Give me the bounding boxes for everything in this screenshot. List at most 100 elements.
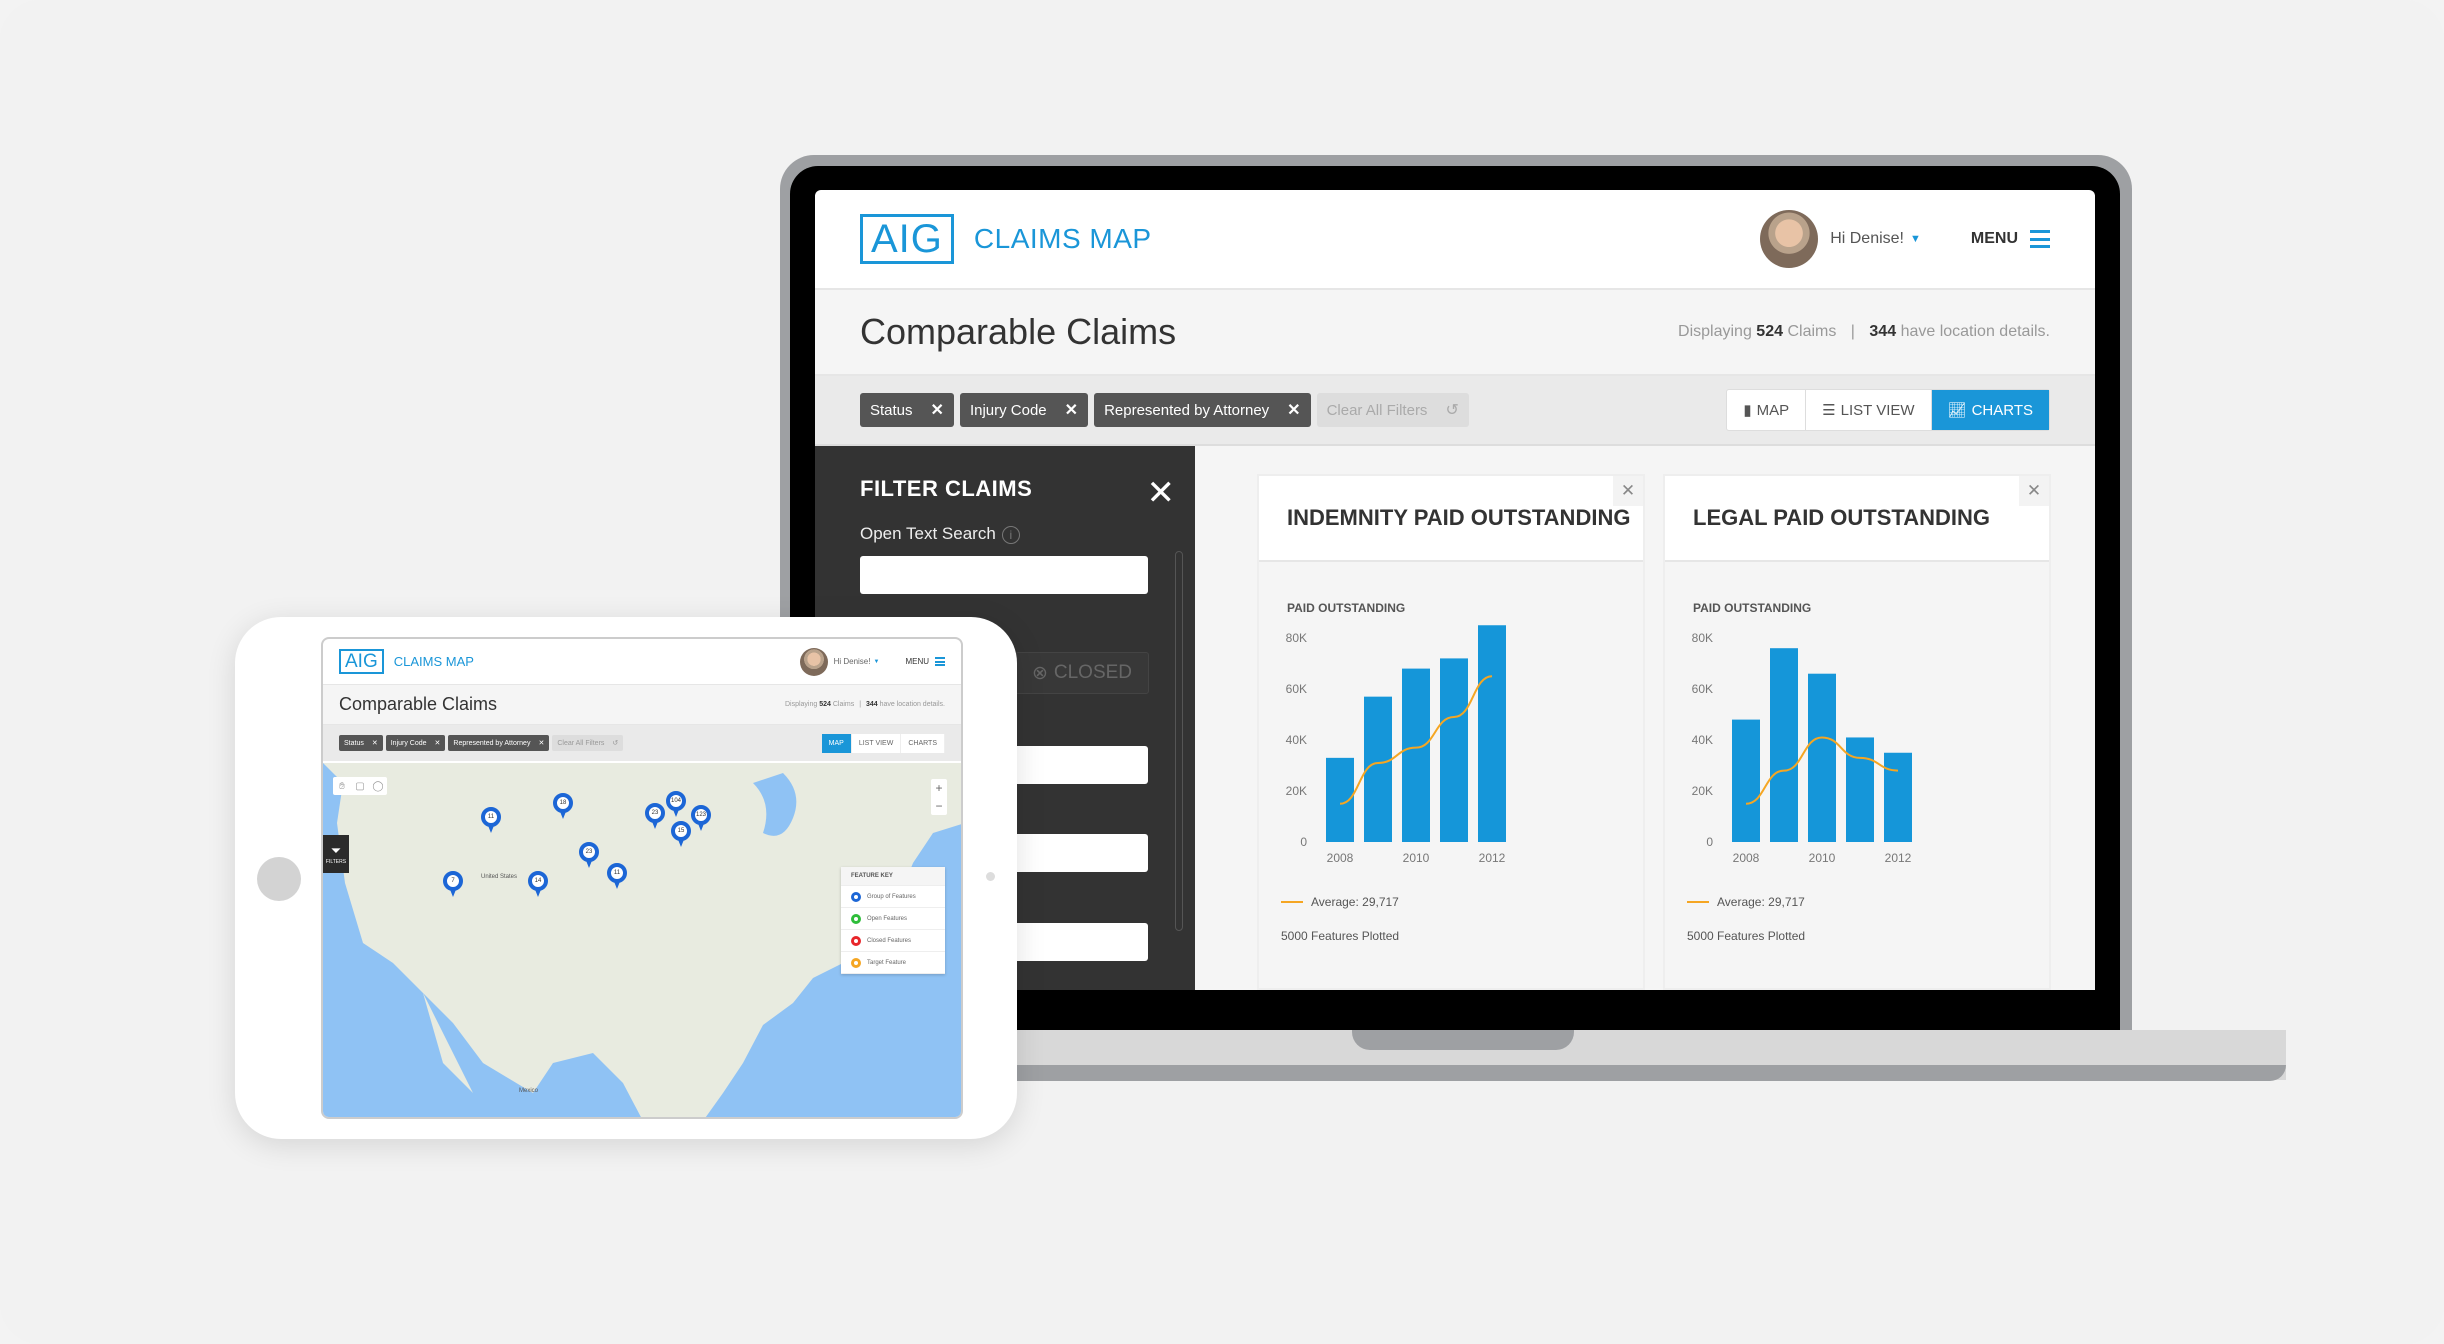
zoom-out-button[interactable]: − [931, 797, 947, 815]
filter-chip-represented-by-attorney[interactable]: Represented by Attorney ✕ [448, 735, 550, 751]
filter-chip-injury-code[interactable]: Injury Code ✕ [959, 393, 1089, 427]
group-pin-icon [851, 891, 861, 902]
app-header: AIG CLAIMS MAP Hi Denise! ▼ MENU [323, 639, 961, 685]
hamburger-icon[interactable] [2030, 230, 2050, 248]
map-pin[interactable]: 123 [691, 805, 711, 833]
view-toggle: MAP LIST VIEW CHARTS [821, 733, 945, 753]
closed-pin-icon [851, 935, 861, 946]
features-plotted-note: 5000 Features Plotted [1687, 929, 1805, 943]
map-pin[interactable]: 15 [671, 821, 691, 849]
zoom-in-button[interactable]: + [931, 779, 947, 797]
y-tick-label: 40K [1286, 733, 1307, 747]
map-pin[interactable]: 23 [645, 803, 665, 831]
page-title: Comparable Claims [339, 694, 498, 714]
feature-key-item: Group of Features [841, 886, 945, 908]
close-icon[interactable]: ✕ [538, 739, 544, 747]
laptop-notch [1352, 1030, 1574, 1050]
info-icon[interactable]: i [1001, 526, 1020, 544]
active-filters-bar: Status ✕ Injury Code ✕ Represented by Atto… [323, 725, 961, 761]
active-filters-bar: Status ✕ Injury Code ✕ Represented by Atto… [815, 376, 2095, 446]
rectangle-select-icon[interactable]: ▢ [351, 777, 369, 795]
chart-title: LEGAL PAID OUTSTANDING [1665, 476, 2049, 562]
x-tick-label: 2010 [1403, 851, 1430, 865]
charts-view-button[interactable]: CHARTS [901, 733, 945, 753]
user-greeting[interactable]: Hi Denise! [1830, 230, 1904, 248]
legal-chart: PAID OUTSTANDING 0 20K 40K 60K 80K 2008 2010 201… [1687, 601, 1912, 943]
filter-chip-status[interactable]: Status ✕ [860, 393, 954, 427]
close-icon[interactable]: ✕ [1613, 476, 1643, 506]
bar-2008 [1732, 719, 1760, 842]
list-view-button[interactable]: ☰ LIST VIEW [1806, 390, 1932, 430]
filter-chip-injury-code[interactable]: Injury Code ✕ [385, 735, 446, 751]
menu-label[interactable]: MENU [1971, 230, 2018, 248]
x-tick-label: 2010 [1809, 851, 1836, 865]
map-pin[interactable]: 11 [607, 863, 627, 891]
legend-label: Average: 29,717 [1717, 895, 1805, 909]
map-pin[interactable]: 23 [579, 842, 599, 870]
app-header: AIG CLAIMS MAP Hi Denise! ▼ MENU [815, 190, 2095, 290]
close-circle-icon: ⊗ [1031, 662, 1048, 684]
claims-map[interactable]: ✋︎ ▢ ◯ + − ⏷ FILTERS United States Mexic… [323, 763, 961, 1117]
open-text-search-label: Open Text Search i [860, 524, 1150, 544]
aig-logo[interactable]: AIG [339, 649, 384, 674]
map-pin[interactable]: 18 [553, 793, 573, 821]
clear-all-filters-button[interactable]: Clear All Filters ↺ [1316, 393, 1469, 427]
target-pin-icon [851, 957, 861, 968]
user-greeting[interactable]: Hi Denise! [834, 657, 871, 666]
user-avatar[interactable] [1760, 210, 1819, 268]
close-icon[interactable]: ✕ [2019, 476, 2049, 506]
charts-view-button[interactable]: 📈︎ CHARTS [1931, 390, 2049, 430]
x-tick-label: 2008 [1733, 851, 1760, 865]
menu-label[interactable]: MENU [905, 657, 929, 666]
feature-key-item: Closed Features [841, 930, 945, 952]
clear-all-filters-button[interactable]: Clear All Filters ↺ [552, 735, 624, 751]
bar-2012 [1478, 625, 1506, 842]
y-axis-label: PAID OUTSTANDING [1693, 601, 1811, 615]
map-pin[interactable]: 11 [481, 807, 501, 835]
closed-status-toggle[interactable]: ⊗ CLOSED [1015, 652, 1149, 694]
filter-chip-status[interactable]: Status ✕ [339, 735, 383, 751]
map-zoom-control: + − [931, 779, 947, 815]
filters-tab-button[interactable]: ⏷ FILTERS [323, 835, 349, 873]
hamburger-icon[interactable] [935, 657, 945, 666]
close-icon[interactable]: ✕ [435, 739, 441, 747]
tablet-camera [986, 872, 995, 881]
map-pin[interactable]: 14 [528, 871, 548, 899]
close-icon[interactable]: ✕ [931, 400, 944, 420]
y-tick-label: 0 [1300, 835, 1307, 849]
map-view-button[interactable]: ▮ MAP [1727, 390, 1807, 430]
bar-2011 [1440, 658, 1468, 842]
list-view-button[interactable]: LIST VIEW [852, 733, 902, 753]
location-count: 344 [1869, 323, 1897, 340]
feature-key-item: Open Features [841, 908, 945, 930]
aig-logo[interactable]: AIG [860, 214, 954, 264]
chevron-down-icon[interactable]: ▼ [1910, 233, 1921, 245]
close-icon[interactable]: ✕ [1287, 400, 1300, 420]
legend-label: Average: 29,717 [1311, 895, 1399, 909]
chart-icon: 📈︎ [1947, 402, 1967, 419]
pan-hand-icon[interactable]: ✋︎ [333, 777, 351, 795]
page-title: Comparable Claims [860, 311, 1177, 352]
user-avatar[interactable] [799, 647, 828, 676]
close-icon[interactable]: ✕ [1147, 476, 1176, 510]
map-view-button[interactable]: MAP [821, 733, 852, 753]
title-bar: Comparable Claims Displaying 524 Claims … [815, 290, 2095, 376]
circle-select-icon[interactable]: ◯ [369, 777, 387, 795]
y-tick-label: 80K [1286, 631, 1307, 645]
panel-scrollbar[interactable] [1175, 551, 1183, 931]
close-icon[interactable]: ✕ [1065, 400, 1078, 420]
bar-2010 [1808, 673, 1836, 842]
open-pin-icon [851, 913, 861, 924]
map-pin[interactable]: 7 [443, 871, 463, 899]
close-icon[interactable]: ✕ [372, 739, 378, 747]
filter-chip-represented-by-attorney[interactable]: Represented by Attorney ✕ [1094, 393, 1311, 427]
map-pin[interactable]: 104 [666, 791, 686, 819]
view-toggle: ▮ MAP ☰ LIST VIEW 📈︎ CHARTS [1726, 389, 2050, 431]
open-text-search-input[interactable] [860, 556, 1148, 594]
features-plotted-note: 5000 Features Plotted [1281, 929, 1399, 943]
chevron-down-icon[interactable]: ▼ [873, 659, 879, 665]
chart-card-legal: LEGAL PAID OUTSTANDING ✕ PAID OUTSTANDIN… [1663, 474, 2051, 990]
y-axis-label: PAID OUTSTANDING [1287, 601, 1405, 615]
bar-2010 [1402, 668, 1430, 842]
claims-summary: Displaying 524 Claims | 344 have locatio… [784, 701, 945, 708]
